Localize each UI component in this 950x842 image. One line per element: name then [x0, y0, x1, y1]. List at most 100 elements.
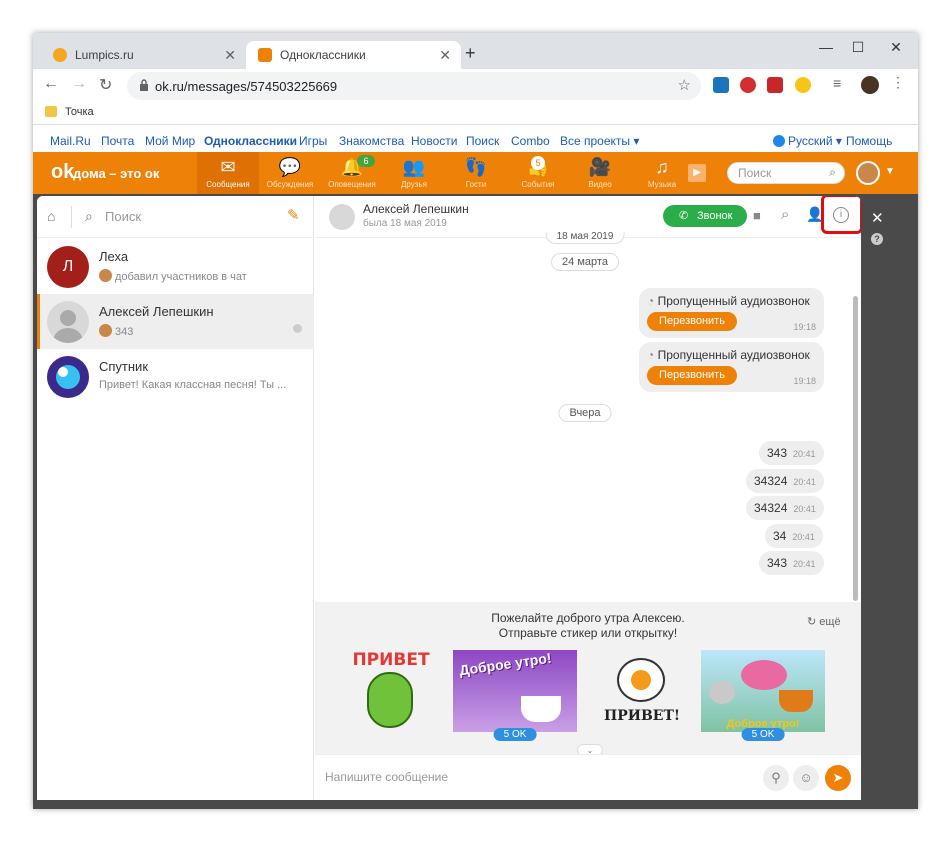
forward-arrow-icon[interactable]: →: [71, 75, 87, 93]
conversation-search-input[interactable]: Поиск: [105, 209, 141, 224]
close-messenger-icon[interactable]: ✕: [871, 209, 884, 227]
send-icon[interactable]: ➤: [825, 765, 851, 791]
message-input[interactable]: Напишите сообщение: [325, 770, 448, 784]
conversation-list-header: ⌂ ⌕ Поиск ✎: [37, 196, 314, 238]
link-poisk[interactable]: Поиск: [466, 134, 499, 148]
contact-name[interactable]: Алексей Лепешкин: [363, 202, 469, 216]
tab-odnoklassniki[interactable]: Одноклассники ✕: [246, 41, 461, 69]
address-bar[interactable]: ok.ru/messages/574503225669 ☆: [127, 72, 701, 100]
search-icon: ⌕: [829, 165, 836, 179]
info-icon[interactable]: i: [833, 207, 849, 223]
nav-video[interactable]: 🎥 Видео: [569, 152, 631, 194]
help-icon[interactable]: ?: [871, 233, 883, 245]
sticker-character-icon: [367, 672, 413, 728]
ok-favicon-icon: [258, 48, 272, 62]
message-bubble[interactable]: 34324 20:41: [746, 469, 824, 493]
tab-strip: Lumpics.ru ✕ Одноклассники ✕ + — ☐ ✕: [33, 33, 918, 69]
sticker-card[interactable]: ПРИВЕТ: [351, 650, 431, 732]
chat-scrollbar[interactable]: [853, 296, 858, 601]
minimize-button[interactable]: —: [811, 39, 841, 59]
avatar: [47, 301, 89, 343]
conversation-item[interactable]: Л Леха добавил участников в чат: [37, 239, 314, 294]
call-back-button[interactable]: Перезвонить: [647, 366, 737, 385]
link-help[interactable]: Помощь: [846, 134, 892, 148]
conversation-item[interactable]: Спутник Привет! Какая классная песня! Ты…: [37, 349, 314, 404]
link-novosti[interactable]: Новости: [411, 134, 457, 148]
home-icon[interactable]: ⌂: [47, 208, 55, 224]
link-mailru[interactable]: Mail.Ru: [50, 134, 91, 148]
extension-icon[interactable]: [740, 77, 756, 93]
ok-search-input[interactable]: Поиск ⌕: [727, 162, 845, 184]
extension-icon[interactable]: [713, 77, 729, 93]
call-button[interactable]: ✆ Звонок: [663, 205, 747, 227]
bookmark-tochka[interactable]: Точка: [65, 106, 94, 118]
ok-price-badge: 5 OK: [493, 728, 537, 741]
conversation-item-selected[interactable]: Алексей Лепешкин 343: [37, 294, 314, 349]
avatar: Л: [47, 246, 89, 288]
call-label: Звонок: [697, 210, 733, 222]
reading-list-icon[interactable]: ≡: [833, 75, 849, 91]
maximize-button[interactable]: ☐: [843, 39, 873, 59]
contact-avatar[interactable]: [329, 204, 355, 230]
new-chat-icon[interactable]: ✎: [287, 206, 300, 224]
close-window-button[interactable]: ✕: [881, 39, 911, 59]
browser-menu-icon[interactable]: ⋮: [891, 74, 907, 90]
play-icon[interactable]: ▶: [688, 164, 706, 182]
close-tab-icon[interactable]: ✕: [439, 47, 451, 64]
date-separator: 24 марта: [551, 253, 619, 271]
nav-notifications[interactable]: 🔔 6 Оповещения: [321, 152, 383, 194]
envelope-icon: ✉: [220, 157, 236, 177]
ok-logo-icon[interactable]: ok: [51, 161, 74, 184]
call-back-button[interactable]: Перезвонить: [647, 312, 737, 331]
message-bubble[interactable]: 343 20:41: [759, 551, 824, 575]
lumpics-favicon-icon: [53, 48, 67, 62]
tab-lumpics[interactable]: Lumpics.ru ✕: [41, 41, 246, 69]
link-znakomstva[interactable]: Знакомства: [339, 134, 404, 148]
reload-icon[interactable]: ↻: [99, 75, 112, 95]
nav-discussions[interactable]: 💬 Обсуждения: [259, 152, 321, 194]
globe-icon: [773, 135, 785, 147]
video-call-icon[interactable]: ■: [753, 208, 761, 223]
missed-call-message: ◔ Пропущенный аудиозвонок Перезвонить 19…: [639, 342, 824, 392]
nav-friends[interactable]: 👥 Друзья: [383, 152, 445, 194]
message-bubble[interactable]: 34324 20:41: [746, 496, 824, 520]
more-stickers-link[interactable]: ↻ ещё: [807, 615, 841, 628]
postcard[interactable]: Доброе утро! 5 OK: [701, 650, 825, 741]
link-combo[interactable]: Combo: [511, 134, 550, 148]
link-odnoklassniki[interactable]: Одноклассники: [204, 134, 297, 148]
phone-icon: ◔: [647, 348, 655, 362]
close-tab-icon[interactable]: ✕: [224, 47, 236, 64]
chevron-down-icon[interactable]: ▼: [885, 166, 895, 177]
nav-music[interactable]: ♫ Музыка: [631, 152, 693, 194]
attach-icon[interactable]: ⚲: [763, 765, 789, 791]
link-all-projects[interactable]: Все проекты ▾: [560, 134, 639, 148]
extension-icon[interactable]: [795, 77, 811, 93]
emoji-icon[interactable]: ☺: [793, 765, 819, 791]
sticker-card[interactable]: ПРИВЕТ!: [601, 650, 683, 732]
teacup-icon: [779, 690, 813, 712]
phone-icon: ◔: [647, 294, 655, 308]
message-bubble[interactable]: 343 20:41: [759, 441, 824, 465]
language-select[interactable]: Русский ▾: [788, 134, 842, 148]
link-moy-mir[interactable]: Мой Мир: [145, 134, 195, 148]
profile-avatar[interactable]: [861, 76, 879, 94]
sticker-caption: ПРИВЕТ: [352, 650, 430, 670]
link-pochta[interactable]: Почта: [101, 134, 134, 148]
link-igry[interactable]: Игры: [299, 134, 327, 148]
user-avatar[interactable]: [856, 161, 880, 185]
bookmark-star-icon[interactable]: ☆: [678, 76, 691, 94]
browser-toolbar: ← → ↻ ok.ru/messages/574503225669 ☆ ≡ ⋮: [33, 69, 918, 101]
new-tab-button[interactable]: +: [465, 43, 476, 64]
message-bubble[interactable]: 34 20:41: [765, 524, 823, 548]
nav-messages[interactable]: ✉ Сообщения: [197, 152, 259, 194]
nav-guests[interactable]: 👣 Гости: [445, 152, 507, 194]
postcard[interactable]: Доброе утро! 5 OK: [453, 650, 577, 741]
back-arrow-icon[interactable]: ←: [43, 75, 59, 93]
suggest-line-2: Отправьте стикер или открытку!: [498, 626, 678, 640]
ok-slogan[interactable]: дома – это ок: [73, 166, 159, 181]
ok-price-badge: 5 OK: [741, 728, 785, 741]
sticker-caption: ПРИВЕТ!: [603, 708, 681, 724]
nav-events[interactable]: 👍 5 События: [507, 152, 569, 194]
extension-icon[interactable]: [767, 77, 783, 93]
search-icon[interactable]: ⌕: [781, 206, 789, 223]
